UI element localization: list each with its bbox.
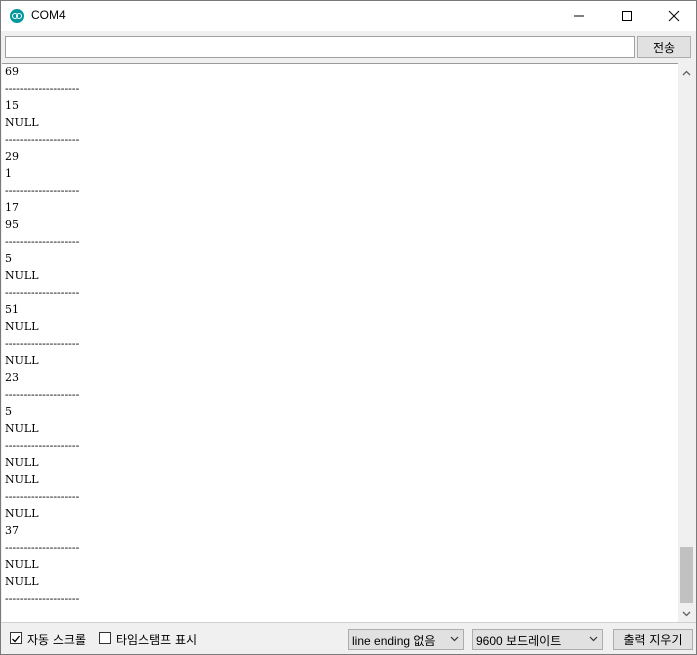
log-line: 1 (5, 167, 12, 180)
line-ending-select[interactable]: line ending 없음 (348, 629, 464, 650)
log-line: -------------------- (5, 490, 80, 503)
chevron-down-icon (682, 611, 691, 616)
autoscroll-checkbox[interactable] (10, 632, 22, 644)
maximize-button[interactable] (604, 1, 650, 31)
log-line: 95 (5, 218, 19, 231)
log-line: -------------------- (5, 235, 80, 248)
baud-rate-value: 9600 보드레이트 (476, 634, 562, 648)
log-line: -------------------- (5, 439, 80, 452)
serial-monitor-window: COM4 전송 69 -------------------- 15 NULL ----… (0, 0, 697, 655)
window-title: COM4 (31, 8, 66, 22)
close-button[interactable] (651, 1, 696, 31)
line-ending-value: line ending 없음 (352, 634, 436, 648)
chevron-down-icon (450, 636, 459, 642)
maximize-icon (622, 11, 632, 21)
log-line: -------------------- (5, 592, 80, 605)
log-line: NULL (5, 507, 39, 520)
log-line: NULL (5, 269, 39, 282)
log-line: 23 (5, 371, 19, 384)
log-line: 29 (5, 150, 19, 163)
log-line: NULL (5, 354, 39, 367)
scroll-down-button[interactable] (678, 605, 695, 622)
log-line: NULL (5, 422, 39, 435)
log-line: -------------------- (5, 337, 80, 350)
minimize-icon (574, 15, 584, 17)
chevron-down-icon (589, 636, 598, 642)
log-line: NULL (5, 558, 39, 571)
log-line: -------------------- (5, 82, 80, 95)
close-icon (668, 10, 680, 22)
scrollbar-thumb[interactable] (680, 547, 693, 603)
title-bar[interactable]: COM4 (1, 1, 696, 31)
baud-rate-select[interactable]: 9600 보드레이트 (472, 629, 603, 650)
log-line: -------------------- (5, 133, 80, 146)
log-line: 69 (5, 65, 19, 78)
clear-output-button[interactable]: 출력 지우기 (613, 629, 693, 650)
autoscroll-label[interactable]: 자동 스크롤 (27, 631, 86, 648)
log-line: 37 (5, 524, 19, 537)
send-bar: 전송 (1, 31, 696, 63)
chevron-up-icon (682, 70, 691, 75)
send-input[interactable] (5, 36, 635, 58)
log-line: 51 (5, 303, 19, 316)
log-line: 15 (5, 99, 19, 112)
timestamp-label[interactable]: 타임스탬프 표시 (116, 631, 197, 648)
log-line: 5 (5, 405, 12, 418)
log-line: -------------------- (5, 286, 80, 299)
log-line: NULL (5, 320, 39, 333)
arduino-logo-icon (10, 9, 24, 23)
log-line: NULL (5, 473, 39, 486)
log-line: 17 (5, 201, 19, 214)
checkmark-icon (12, 635, 21, 643)
log-line: NULL (5, 456, 39, 469)
log-line: -------------------- (5, 184, 80, 197)
timestamp-checkbox[interactable] (99, 632, 111, 644)
send-button[interactable]: 전송 (637, 36, 691, 58)
scroll-up-button[interactable] (678, 64, 695, 81)
serial-output[interactable]: 69 -------------------- 15 NULL ------------… (2, 63, 678, 622)
status-bar: 자동 스크롤 타임스탬프 표시 line ending 없음 9600 보드레이… (1, 622, 696, 654)
log-line: NULL (5, 116, 39, 129)
minimize-button[interactable] (556, 1, 602, 31)
log-line: NULL (5, 575, 39, 588)
log-line: 5 (5, 252, 12, 265)
log-line: -------------------- (5, 388, 80, 401)
log-line: -------------------- (5, 541, 80, 554)
vertical-scrollbar[interactable] (678, 64, 695, 622)
